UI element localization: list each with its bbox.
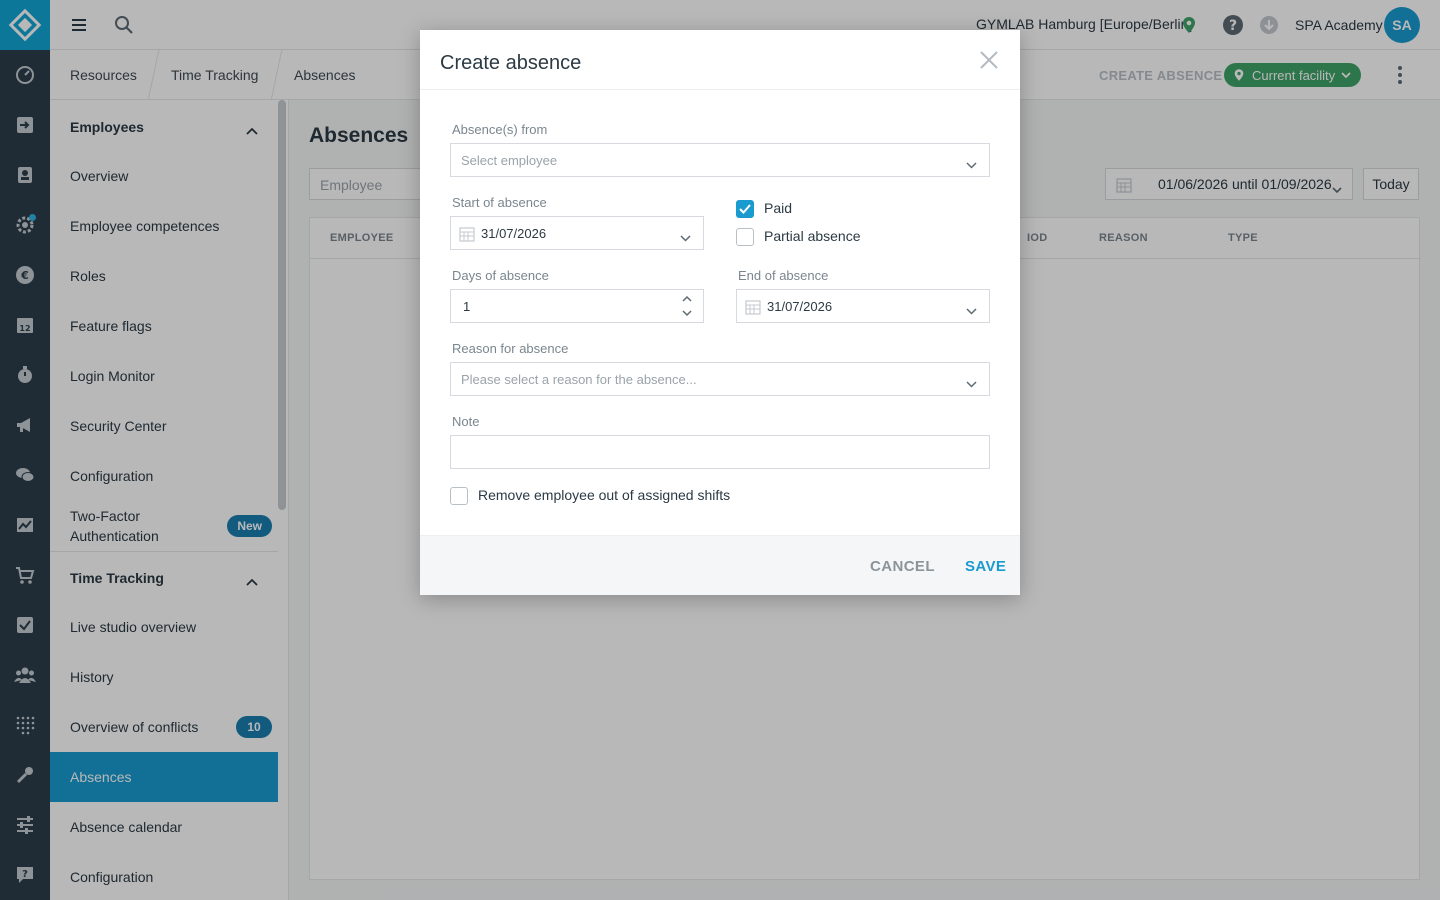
save-button[interactable]: SAVE	[965, 558, 1006, 575]
calendar-icon	[745, 299, 761, 315]
chevron-down-icon	[680, 230, 691, 242]
employee-select-placeholder: Select employee	[461, 152, 558, 168]
remove-from-shifts-checkbox[interactable]	[450, 487, 468, 505]
create-absence-dialog: Create absence Absence(s) from Select em…	[420, 30, 1020, 595]
note-input[interactable]	[450, 435, 990, 469]
paid-label[interactable]: Paid	[764, 200, 792, 216]
cancel-button[interactable]: CANCEL	[870, 558, 935, 575]
chevron-down-icon	[966, 303, 977, 315]
days-of-absence-input[interactable]: 1	[450, 289, 704, 323]
start-of-absence-label: Start of absence	[452, 195, 547, 210]
end-date-value: 31/07/2026	[767, 298, 833, 314]
paid-checkbox[interactable]	[736, 200, 754, 218]
partial-absence-label[interactable]: Partial absence	[764, 228, 861, 244]
close-icon[interactable]	[980, 51, 998, 69]
chevron-down-icon	[966, 376, 977, 388]
dialog-title: Create absence	[440, 52, 582, 74]
start-date-picker[interactable]: 31/07/2026	[450, 216, 704, 250]
reason-label: Reason for absence	[452, 341, 569, 356]
partial-absence-checkbox[interactable]	[736, 228, 754, 246]
end-date-picker[interactable]: 31/07/2026	[736, 289, 990, 323]
chevron-down-icon	[966, 157, 977, 169]
note-label: Note	[452, 414, 480, 429]
days-of-absence-value: 1	[463, 298, 471, 314]
number-stepper-icon[interactable]	[681, 293, 693, 319]
employee-select[interactable]: Select employee	[450, 143, 990, 177]
dialog-header-divider	[420, 89, 1020, 90]
reason-select[interactable]: Please select a reason for the absence..…	[450, 362, 990, 396]
start-date-value: 31/07/2026	[481, 225, 547, 241]
end-of-absence-label: End of absence	[738, 268, 829, 283]
absence-from-label: Absence(s) from	[452, 122, 548, 137]
calendar-icon	[459, 226, 475, 242]
reason-select-placeholder: Please select a reason for the absence..…	[461, 371, 697, 387]
dialog-footer: CANCEL SAVE	[420, 535, 1020, 595]
days-of-absence-label: Days of absence	[452, 268, 549, 283]
remove-from-shifts-label[interactable]: Remove employee out of assigned shifts	[478, 487, 730, 503]
checkmark-icon	[739, 204, 751, 214]
